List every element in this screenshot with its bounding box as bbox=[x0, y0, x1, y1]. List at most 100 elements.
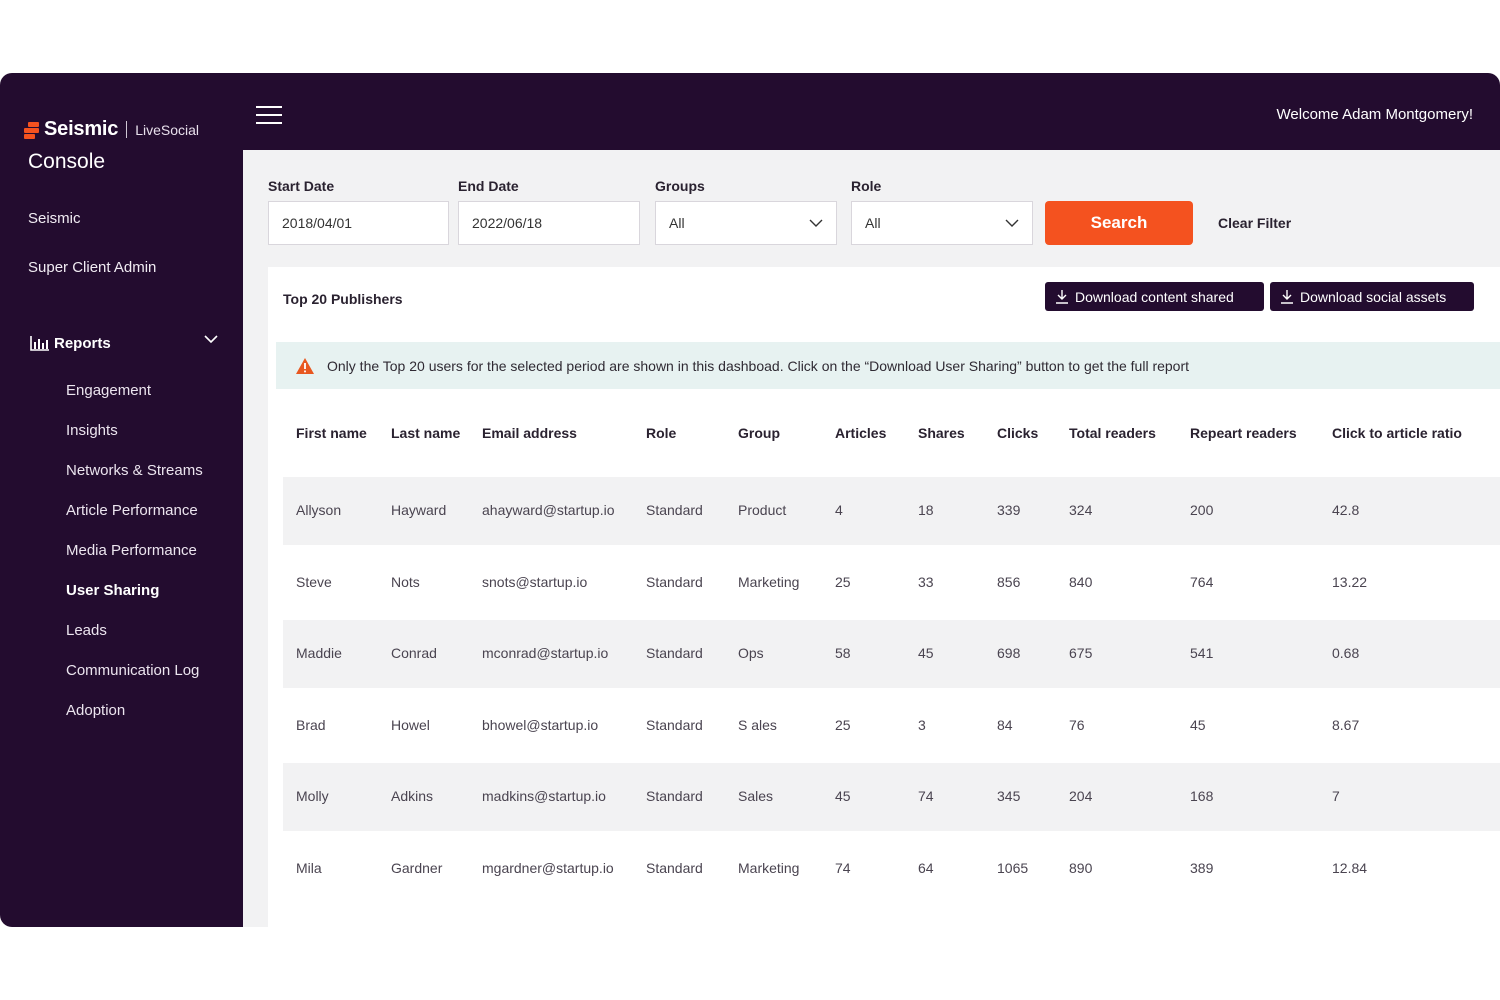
reports-label: Reports bbox=[54, 334, 111, 352]
logo-divider bbox=[126, 121, 128, 138]
cell-last-name: Gardner bbox=[391, 860, 443, 876]
cell-repeat-readers: 200 bbox=[1190, 502, 1214, 518]
column-header-repeat-readers[interactable]: Repeart readers bbox=[1190, 425, 1297, 441]
cell-shares: 33 bbox=[918, 574, 934, 590]
column-header-click-ratio[interactable]: Click to article ratio bbox=[1332, 425, 1462, 441]
search-button[interactable]: Search bbox=[1045, 201, 1193, 245]
cell-repeat-readers: 45 bbox=[1190, 717, 1206, 733]
info-alert: Only the Top 20 users for the selected p… bbox=[276, 342, 1500, 389]
cell-first-name: Molly bbox=[296, 788, 329, 804]
sidebar-item-super-client-admin[interactable]: Super Client Admin bbox=[28, 259, 156, 276]
hamburger-menu-icon[interactable] bbox=[256, 106, 282, 124]
app-window: Seismic LiveSocial Console Seismic Super… bbox=[0, 73, 1500, 927]
seismic-logo-icon bbox=[24, 121, 39, 139]
cell-last-name: Hayward bbox=[391, 502, 447, 518]
cell-total-readers: 324 bbox=[1069, 502, 1093, 518]
column-header-last-name[interactable]: Last name bbox=[391, 425, 460, 441]
column-header-clicks[interactable]: Clicks bbox=[997, 425, 1038, 441]
clear-filter-button[interactable]: Clear Filter bbox=[1218, 215, 1291, 231]
cell-articles: 4 bbox=[835, 502, 843, 518]
table-row[interactable]: Allyson Hayward ahayward@startup.io Standar… bbox=[283, 477, 1500, 545]
sidebar-item-insights[interactable]: Insights bbox=[66, 422, 118, 439]
download-content-label: Download content shared bbox=[1075, 288, 1234, 305]
table-row[interactable]: Steve Nots snots@startup.io Standard Marketi… bbox=[283, 549, 1500, 617]
column-header-shares[interactable]: Shares bbox=[918, 425, 965, 441]
cell-group: S ales bbox=[738, 717, 777, 733]
end-date-label: End Date bbox=[458, 178, 519, 194]
role-select[interactable]: All bbox=[851, 201, 1033, 245]
column-header-total-readers[interactable]: Total readers bbox=[1069, 425, 1156, 441]
chevron-down-icon bbox=[1005, 219, 1019, 227]
console-title: Console bbox=[28, 150, 106, 173]
table-row[interactable]: Brad Howel bhowel@startup.io Standard S ales… bbox=[283, 692, 1500, 760]
cell-last-name: Nots bbox=[391, 574, 420, 590]
cell-clicks: 84 bbox=[997, 717, 1013, 733]
groups-label: Groups bbox=[655, 178, 705, 194]
cell-repeat-readers: 389 bbox=[1190, 860, 1214, 876]
cell-repeat-readers: 168 bbox=[1190, 788, 1214, 804]
column-header-role[interactable]: Role bbox=[646, 425, 676, 441]
cell-first-name: Brad bbox=[296, 717, 326, 733]
cell-clicks: 856 bbox=[997, 574, 1021, 590]
start-date-input[interactable]: 2018/04/01 bbox=[268, 201, 449, 245]
sidebar-item-reports[interactable]: Reports bbox=[30, 333, 222, 353]
cell-email: madkins@startup.io bbox=[482, 788, 606, 804]
column-header-group[interactable]: Group bbox=[738, 425, 780, 441]
chevron-down-icon bbox=[809, 219, 823, 227]
product-name: LiveSocial bbox=[135, 121, 200, 138]
role-value: All bbox=[865, 215, 881, 231]
cell-group: Sales bbox=[738, 788, 774, 804]
cell-clicks: 339 bbox=[997, 502, 1021, 518]
cell-clicks: 1065 bbox=[997, 860, 1029, 876]
bar-chart-icon bbox=[30, 336, 49, 351]
sidebar-item-media-performance[interactable]: Media Performance bbox=[66, 542, 197, 559]
column-header-email[interactable]: Email address bbox=[482, 425, 577, 441]
logo: Seismic LiveSocial bbox=[24, 118, 199, 141]
alert-text: Only the Top 20 users for the selected p… bbox=[327, 357, 1190, 374]
cell-total-readers: 890 bbox=[1069, 860, 1093, 876]
cell-total-readers: 204 bbox=[1069, 788, 1093, 804]
table-row[interactable]: Mila Gardner mgardner@startup.io Standard Ma… bbox=[283, 835, 1500, 903]
sidebar-item-networks-streams[interactable]: Networks & Streams bbox=[66, 462, 203, 479]
download-social-assets-button[interactable]: Download social assets bbox=[1270, 282, 1474, 311]
start-date-value: 2018/04/01 bbox=[282, 215, 353, 231]
brand-name: Seismic bbox=[44, 118, 119, 140]
cell-email: ahayward@startup.io bbox=[482, 502, 615, 518]
sidebar-item-engagement[interactable]: Engagement bbox=[66, 382, 151, 399]
cell-shares: 64 bbox=[918, 860, 934, 876]
cell-last-name: Conrad bbox=[391, 645, 437, 661]
column-header-articles[interactable]: Articles bbox=[835, 425, 886, 441]
sidebar-item-article-performance[interactable]: Article Performance bbox=[66, 502, 198, 519]
cell-role: Standard bbox=[646, 860, 703, 876]
end-date-input[interactable]: 2022/06/18 bbox=[458, 201, 640, 245]
cell-shares: 74 bbox=[918, 788, 934, 804]
table-row[interactable]: Molly Adkins madkins@startup.io Standard Sal… bbox=[283, 763, 1500, 831]
panel-title: Top 20 Publishers bbox=[283, 291, 403, 307]
table-row[interactable]: Maddie Conrad mconrad@startup.io Standard Op… bbox=[283, 620, 1500, 688]
warning-icon bbox=[296, 357, 314, 374]
cell-role: Standard bbox=[646, 502, 703, 518]
cell-first-name: Allyson bbox=[296, 502, 342, 518]
sidebar-item-communication-log[interactable]: Communication Log bbox=[66, 662, 199, 679]
cell-email: mconrad@startup.io bbox=[482, 645, 609, 661]
cell-shares: 18 bbox=[918, 502, 934, 518]
sidebar-item-leads[interactable]: Leads bbox=[66, 622, 107, 639]
cell-role: Standard bbox=[646, 645, 703, 661]
chevron-down-icon[interactable] bbox=[204, 335, 218, 344]
column-header-first-name[interactable]: First name bbox=[296, 425, 367, 441]
cell-first-name: Mila bbox=[296, 860, 322, 876]
cell-email: bhowel@startup.io bbox=[482, 717, 599, 733]
sidebar-item-adoption[interactable]: Adoption bbox=[66, 702, 125, 719]
cell-click-ratio: 8.67 bbox=[1332, 717, 1360, 733]
cell-role: Standard bbox=[646, 788, 703, 804]
start-date-label: Start Date bbox=[268, 178, 335, 194]
cell-total-readers: 840 bbox=[1069, 574, 1093, 590]
cell-role: Standard bbox=[646, 717, 703, 733]
sidebar-item-seismic[interactable]: Seismic bbox=[28, 210, 81, 227]
cell-shares: 3 bbox=[918, 717, 926, 733]
groups-select[interactable]: All bbox=[655, 201, 837, 245]
groups-value: All bbox=[669, 215, 685, 231]
sidebar-item-user-sharing[interactable]: User Sharing bbox=[66, 582, 159, 599]
download-content-shared-button[interactable]: Download content shared bbox=[1045, 282, 1264, 311]
cell-click-ratio: 12.84 bbox=[1332, 860, 1368, 876]
